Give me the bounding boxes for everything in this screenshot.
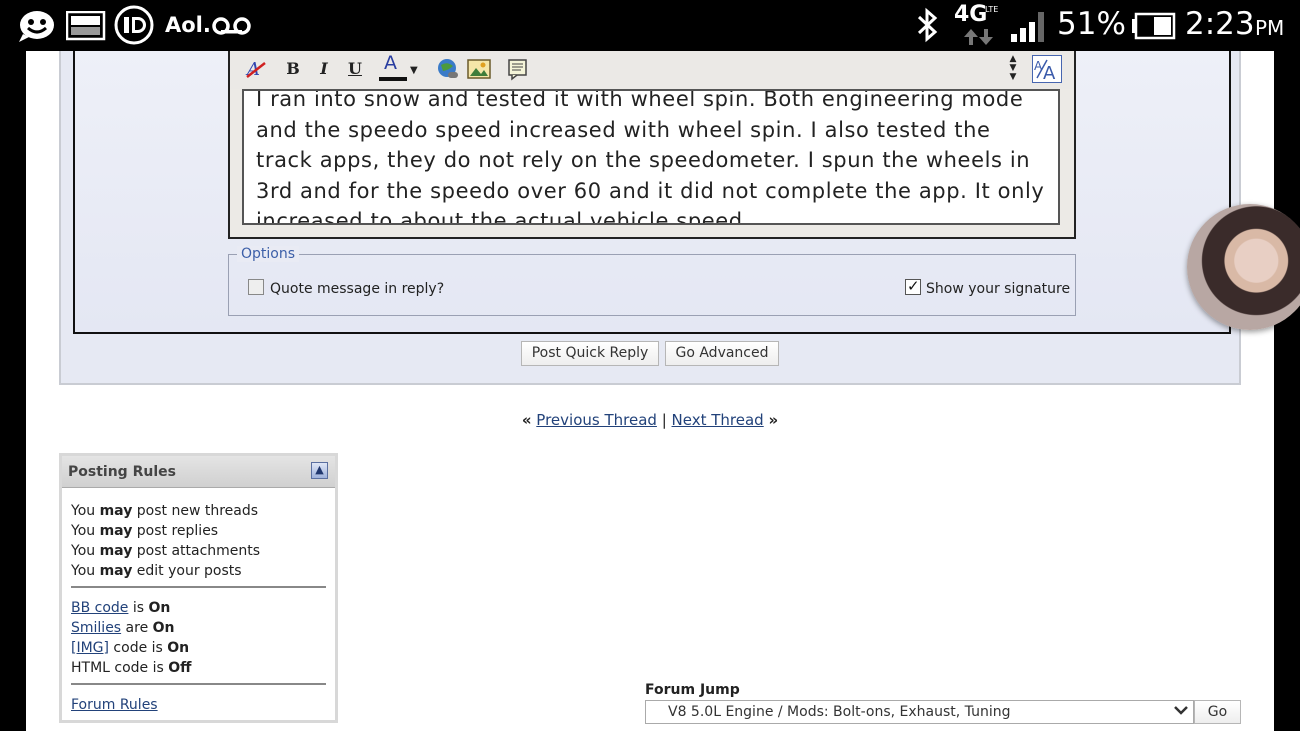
chevron-down-icon: ▼ — [410, 65, 418, 76]
battery-percent: 51% — [1057, 6, 1126, 42]
signal-icon — [1010, 10, 1050, 48]
aol-notification: Aol. — [165, 13, 211, 37]
show-signature-checkbox[interactable] — [905, 277, 921, 295]
forum-rules-line: Forum Rules — [71, 697, 158, 713]
message-textarea[interactable]: I ran into snow and tested it with wheel… — [242, 89, 1060, 225]
quick-reply-inner: A B I U A ▼ ▲ ▼ ▼ A A I ran into snow an… — [73, 51, 1231, 334]
underline-button[interactable]: U — [344, 57, 366, 81]
clock-ampm: PM — [1255, 16, 1285, 40]
forum-jump-select[interactable]: V8 5.0L Engine / Mods: Bolt-ons, Exhaust… — [645, 700, 1194, 724]
go-advanced-button[interactable]: Go Advanced — [665, 341, 779, 366]
web-page: A B I U A ▼ ▲ ▼ ▼ A A I ran into snow an… — [26, 51, 1274, 731]
quote-icon[interactable] — [506, 57, 530, 81]
html-code-status: HTML code is Off — [71, 660, 192, 676]
battery-icon — [1128, 12, 1176, 44]
collapse-icon[interactable]: ▲ — [311, 462, 328, 479]
posting-rules-title: Posting Rules — [68, 464, 176, 480]
show-signature-label[interactable]: Show your signature — [926, 281, 1070, 297]
resize-arrows-icon[interactable]: ▲ ▼ ▼ — [1006, 55, 1020, 82]
message-text: I ran into snow and tested it with wheel… — [256, 89, 1045, 225]
data-transfer-icon — [962, 28, 996, 50]
network-type: 4G — [954, 2, 988, 27]
thread-navigation: « Previous Thread | Next Thread » — [26, 411, 1274, 429]
insert-link-icon[interactable] — [436, 57, 460, 81]
smilies-link[interactable]: Smilies — [71, 620, 121, 636]
options-fieldset: Options Quote message in reply? Show you… — [228, 246, 1076, 316]
switch-editor-mode-icon[interactable]: AA — [1032, 55, 1062, 84]
options-legend: Options — [237, 246, 300, 262]
font-color-letter: A — [384, 52, 397, 74]
font-color-swatch — [379, 77, 407, 81]
reply-editor: A B I U A ▼ ▲ ▼ ▼ A A I ran into snow an… — [228, 51, 1076, 239]
italic-button[interactable]: I — [313, 57, 335, 81]
quote-message-label[interactable]: Quote message in reply? — [270, 281, 444, 297]
smiley-notification-icon — [17, 8, 57, 48]
font-color-button[interactable]: A ▼ — [378, 52, 422, 81]
post-quick-reply-button[interactable]: Post Quick Reply — [521, 341, 659, 366]
bluetooth-icon — [915, 6, 941, 48]
permission-line: You may edit your posts — [71, 563, 242, 579]
permission-line: You may post attachments — [71, 543, 261, 559]
voicemail-icon — [212, 14, 252, 42]
forum-rules-link[interactable]: Forum Rules — [71, 697, 158, 713]
editor-toolbar: A B I U A ▼ ▲ ▼ ▼ A A — [230, 51, 1074, 89]
clock: 2:23 — [1185, 6, 1255, 42]
status-bar: Aol. 4G LTE 51% 2:23 PM — [0, 0, 1300, 51]
screen: Aol. 4G LTE 51% 2:23 PM A B I U A ▼ ▲ ▼ … — [0, 0, 1300, 731]
chevron-down-icon — [1173, 702, 1189, 724]
svg-text:A: A — [1043, 63, 1056, 82]
forum-jump-label: Forum Jump — [645, 682, 740, 698]
insert-image-icon[interactable] — [467, 57, 491, 81]
divider — [71, 586, 326, 588]
bold-button[interactable]: B — [282, 57, 304, 81]
quote-message-checkbox[interactable] — [248, 279, 264, 295]
img-code-link[interactable]: [IMG] — [71, 640, 109, 656]
id-app-icon — [113, 5, 155, 49]
forum-jump-selected: V8 5.0L Engine / Mods: Bolt-ons, Exhaust… — [668, 704, 1011, 720]
image-notification-icon — [65, 10, 106, 45]
img-code-status: [IMG] code is On — [71, 640, 190, 656]
smilies-status: Smilies are On — [71, 620, 175, 636]
next-thread-link[interactable]: Next Thread — [672, 411, 764, 429]
posting-rules-box: Posting Rules ▲ You may post new threads… — [59, 453, 338, 723]
network-subtype: LTE — [985, 5, 999, 14]
posting-rules-header: Posting Rules ▲ — [62, 456, 335, 488]
next-arrow: » — [768, 411, 779, 429]
previous-thread-link[interactable]: Previous Thread — [536, 411, 657, 429]
remove-format-icon[interactable]: A — [244, 57, 268, 81]
bb-code-status: BB code is On — [71, 600, 171, 616]
thread-nav-separator: | — [661, 411, 667, 429]
forum-jump-go-button[interactable]: Go — [1194, 700, 1241, 724]
prev-arrow: « — [521, 411, 532, 429]
bb-code-link[interactable]: BB code — [71, 600, 128, 616]
quick-reply-panel: A B I U A ▼ ▲ ▼ ▼ A A I ran into snow an… — [59, 51, 1241, 385]
permission-line: You may post new threads — [71, 503, 259, 519]
permission-line: You may post replies — [71, 523, 219, 539]
divider — [71, 683, 326, 685]
